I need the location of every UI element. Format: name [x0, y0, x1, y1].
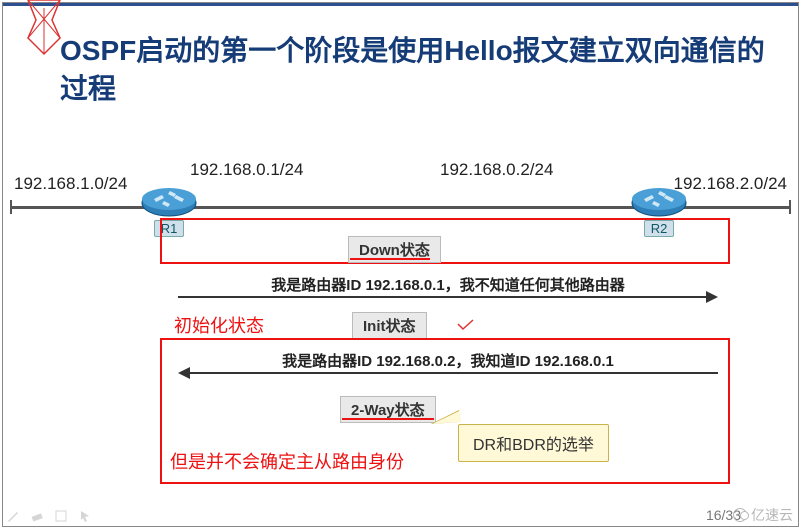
- router-icon: [630, 186, 688, 220]
- eraser-icon[interactable]: [30, 509, 44, 523]
- shape-icon[interactable]: [54, 509, 68, 523]
- logo-ribbon: [24, 0, 64, 65]
- pen-icon[interactable]: [6, 509, 20, 523]
- ip-left-network: 192.168.1.0/24: [14, 174, 127, 194]
- hello-msg-2: 我是路由器ID 192.168.0.2，我知道ID 192.168.0.1: [178, 350, 718, 371]
- hello-msg-1: 我是路由器ID 192.168.0.1，我不知道任何其他路由器: [178, 274, 718, 295]
- watermark: 亿速云: [733, 505, 793, 525]
- ip-right-network: 192.168.2.0/24: [674, 174, 787, 194]
- arrow-head-right-icon: [706, 291, 718, 303]
- arrow-head-left-icon: [178, 367, 190, 379]
- arrow-r1-to-r2: [178, 296, 706, 298]
- annotation-twoway: 但是并不会确定主从路由身份: [170, 448, 404, 474]
- ip-r1: 192.168.0.1/24: [190, 160, 303, 180]
- watermark-text: 亿速云: [751, 505, 793, 525]
- state-init: Init状态: [352, 312, 427, 339]
- ip-r2: 192.168.0.2/24: [440, 160, 553, 180]
- top-rule: [3, 3, 798, 6]
- pointer-icon[interactable]: [78, 509, 92, 523]
- callout-dr-bdr: DR和BDR的选举: [458, 424, 609, 462]
- slide-title: OSPF启动的第一个阶段是使用Hello报文建立双向通信的过程: [60, 32, 771, 108]
- checkmark-icon: [456, 318, 476, 332]
- underline-icon: [350, 258, 430, 260]
- watermark-icon: [733, 508, 747, 522]
- presenter-toolbar[interactable]: [6, 509, 92, 523]
- highlight-box-down: [160, 218, 730, 264]
- annotation-init: 初始化状态: [174, 312, 264, 338]
- arrow-r2-to-r1: [190, 372, 718, 374]
- router-icon: [140, 186, 198, 220]
- underline-icon: [342, 418, 434, 420]
